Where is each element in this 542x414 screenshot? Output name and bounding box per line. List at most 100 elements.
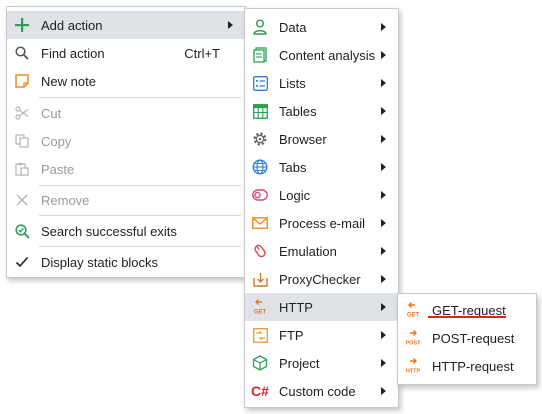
http-request-icon: HTTP (403, 356, 423, 376)
submenu-arrow-icon (228, 21, 233, 29)
http-icon-text: GET (254, 310, 267, 316)
submenu-arrow-icon (381, 303, 386, 311)
note-icon (12, 71, 32, 91)
list-icon (250, 73, 270, 93)
csharp-icon-text: C# (251, 383, 269, 399)
menu-item-copy[interactable]: Copy (7, 127, 245, 155)
menu-item-ftp[interactable]: FTP (245, 321, 398, 349)
menu-item-post-request[interactable]: POST POST-request (398, 324, 536, 352)
get-icon-text: GET (407, 313, 420, 319)
menu-item-label: Browser (279, 132, 327, 147)
csharp-icon: C# (250, 381, 270, 401)
http-request-icon-text: HTTP (406, 369, 421, 375)
submenu-arrow-icon (381, 135, 386, 143)
plus-icon (12, 15, 32, 35)
copy-icon (12, 131, 32, 151)
menu-item-project[interactable]: Project (245, 349, 398, 377)
shortcut-label: Ctrl+T (184, 46, 220, 61)
red-underline-annotation (428, 316, 506, 318)
submenu-arrow-icon (381, 387, 386, 395)
menu-item-get-request[interactable]: GET GET-request (398, 296, 536, 324)
post-icon-text: POST (406, 341, 422, 347)
menu-item-label: ProxyChecker (279, 272, 361, 287)
cube-icon (250, 353, 270, 373)
menu-item-label: Emulation (279, 244, 337, 259)
menu-item-label: Lists (279, 76, 306, 91)
menu-item-new-note[interactable]: New note (7, 67, 245, 95)
get-request-icon: GET (403, 300, 423, 320)
context-menu: Add action Find action Ctrl+T New note C… (6, 6, 246, 278)
menu-item-label: Paste (41, 162, 75, 177)
document-icon (250, 45, 270, 65)
submenu-arrow-icon (381, 107, 386, 115)
table-icon (250, 101, 270, 121)
menu-item-label: New note (41, 74, 96, 89)
submenu-arrow-icon (381, 359, 386, 367)
menu-separator (39, 97, 241, 98)
submenu-arrow-icon (381, 219, 386, 227)
email-icon (250, 213, 270, 233)
menu-item-label: Find action (41, 46, 105, 61)
user-icon (250, 17, 270, 37)
menu-item-http[interactable]: GET HTTP (245, 293, 398, 321)
menu-item-tabs[interactable]: Tabs (245, 153, 398, 181)
menu-item-label: Tabs (279, 160, 307, 175)
menu-separator (39, 215, 241, 216)
menu-item-find-action[interactable]: Find action Ctrl+T (7, 39, 245, 67)
menu-item-label: Logic (279, 188, 311, 203)
menu-item-label: Remove (41, 193, 90, 208)
submenu-arrow-icon (381, 163, 386, 171)
submenu-arrow-icon (381, 275, 386, 283)
menu-item-label: Copy (41, 134, 72, 149)
menu-item-label: Project (279, 356, 320, 371)
menu-item-label: Tables (279, 104, 317, 119)
menu-item-http-request[interactable]: HTTP HTTP-request (398, 352, 536, 380)
submenu-arrow-icon (381, 247, 386, 255)
menu-item-label: Process e-mail (279, 216, 365, 231)
menu-item-label: Custom code (279, 384, 356, 399)
post-request-icon: POST (403, 328, 423, 348)
submenu-arrow-icon (381, 191, 386, 199)
http-submenu: GET GET-request POST POST-request HTTP H… (397, 293, 537, 385)
menu-item-display-static-blocks[interactable]: Display static blocks (7, 248, 245, 276)
menu-item-add-action[interactable]: Add action (7, 11, 245, 39)
menu-separator (39, 246, 241, 247)
menu-item-lists[interactable]: Lists (245, 69, 398, 97)
menu-item-label: Search successful exits (41, 224, 177, 239)
scissors-icon (12, 103, 32, 123)
menu-item-cut[interactable]: Cut (7, 99, 245, 127)
menu-item-label: HTTP-request (432, 359, 514, 374)
menu-item-logic[interactable]: Logic (245, 181, 398, 209)
globe-icon (250, 157, 270, 177)
menu-item-emulation[interactable]: Emulation (245, 237, 398, 265)
menu-item-search-successful-exits[interactable]: Search successful exits (7, 217, 245, 245)
paste-icon (12, 159, 32, 179)
menu-item-data[interactable]: Data (245, 13, 398, 41)
menu-item-label: Data (279, 20, 307, 35)
menu-item-paste[interactable]: Paste (7, 155, 245, 183)
mouse-icon (250, 241, 270, 261)
menu-item-label: Add action (41, 18, 103, 33)
http-get-icon: GET (250, 297, 270, 317)
menu-item-label: Cut (41, 106, 62, 121)
menu-item-process-email[interactable]: Process e-mail (245, 209, 398, 237)
checkmark-icon (12, 252, 32, 272)
menu-item-label: HTTP (279, 300, 313, 315)
close-icon (12, 190, 32, 210)
menu-item-custom-code[interactable]: C# Custom code (245, 377, 398, 405)
menu-item-browser[interactable]: Browser (245, 125, 398, 153)
menu-item-remove[interactable]: Remove (7, 186, 245, 214)
menu-item-label: Content analysis (279, 48, 376, 63)
submenu-arrow-icon (381, 23, 386, 31)
menu-item-label: Display static blocks (41, 255, 159, 270)
menu-item-proxychecker[interactable]: ProxyChecker (245, 265, 398, 293)
menu-item-label: POST-request (432, 331, 515, 346)
menu-item-tables[interactable]: Tables (245, 97, 398, 125)
submenu-arrow-icon (381, 79, 386, 87)
menu-item-content-analysis[interactable]: Content analysis (245, 41, 398, 69)
submenu-arrow-icon (381, 51, 386, 59)
search-icon (12, 43, 32, 63)
download-box-icon (250, 269, 270, 289)
menu-item-label: FTP (279, 328, 304, 343)
gear-icon (250, 129, 270, 149)
